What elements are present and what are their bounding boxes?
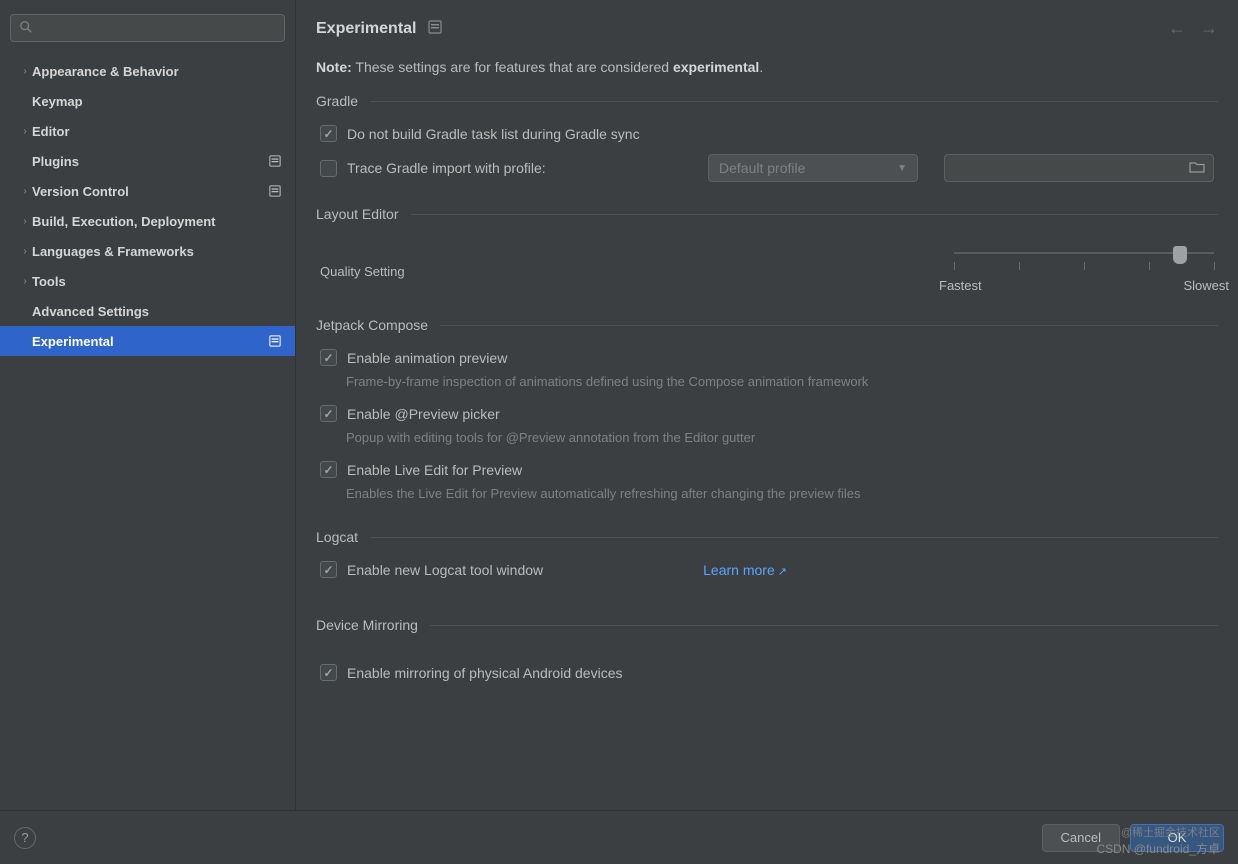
- content-header: Experimental ← →: [296, 0, 1238, 51]
- sidebar-item-languages-frameworks[interactable]: ›Languages & Frameworks: [0, 236, 295, 266]
- project-scope-icon: [269, 155, 281, 167]
- checkbox-live-edit[interactable]: [320, 461, 337, 478]
- section-jetpack-compose: Jetpack Compose: [316, 317, 1218, 333]
- help-button[interactable]: ?: [14, 827, 36, 849]
- sidebar-item-label: Plugins: [32, 154, 79, 169]
- sidebar-item-label: Advanced Settings: [32, 304, 149, 319]
- nav-forward-icon[interactable]: →: [1200, 18, 1218, 39]
- sidebar-item-experimental[interactable]: Experimental: [0, 326, 295, 356]
- chevron-right-icon: ›: [18, 126, 32, 137]
- sidebar: ›Appearance & BehaviorKeymap›EditorPlugi…: [0, 0, 296, 810]
- sidebar-item-label: Version Control: [32, 184, 129, 199]
- desc-live-edit: Enables the Live Edit for Preview automa…: [316, 484, 1218, 511]
- settings-tree: ›Appearance & BehaviorKeymap›EditorPlugi…: [0, 52, 295, 810]
- checkbox-gradle-task-list[interactable]: [320, 125, 337, 142]
- desc-preview-picker: Popup with editing tools for @Preview an…: [316, 428, 1218, 455]
- chevron-right-icon: ›: [18, 276, 32, 287]
- slider-thumb[interactable]: [1173, 246, 1187, 264]
- external-link-icon: ↗: [778, 566, 787, 578]
- sidebar-item-label: Experimental: [32, 334, 114, 349]
- checkbox-preview-picker[interactable]: [320, 405, 337, 422]
- sidebar-item-editor[interactable]: ›Editor: [0, 116, 295, 146]
- sidebar-item-advanced-settings[interactable]: Advanced Settings: [0, 296, 295, 326]
- checkbox-trace-import[interactable]: [320, 160, 337, 177]
- sidebar-item-plugins[interactable]: Plugins: [0, 146, 295, 176]
- profile-select-label: Default profile: [719, 160, 805, 176]
- label-preview-picker: Enable @Preview picker: [347, 406, 500, 422]
- chevron-right-icon: ›: [18, 216, 32, 227]
- search-icon: [19, 20, 33, 37]
- cancel-button[interactable]: Cancel: [1042, 824, 1120, 852]
- nav-back-icon[interactable]: ←: [1168, 18, 1186, 39]
- sidebar-item-label: Build, Execution, Deployment: [32, 214, 215, 229]
- sidebar-item-label: Keymap: [32, 94, 83, 109]
- search-input[interactable]: [39, 21, 276, 36]
- sidebar-item-version-control[interactable]: ›Version Control: [0, 176, 295, 206]
- folder-icon[interactable]: [1189, 160, 1205, 177]
- sidebar-item-tools[interactable]: ›Tools: [0, 266, 295, 296]
- ok-button[interactable]: OK: [1130, 824, 1224, 852]
- learn-more-link[interactable]: Learn more↗: [703, 562, 787, 578]
- section-device-mirroring: Device Mirroring: [316, 617, 1218, 633]
- chevron-right-icon: ›: [18, 246, 32, 257]
- sidebar-item-build-execution-deployment[interactable]: ›Build, Execution, Deployment: [0, 206, 295, 236]
- footer: ? Cancel OK @稀土掘金技术社区 CSDN @fundroid_方卓: [0, 810, 1238, 864]
- search-box[interactable]: [10, 14, 285, 42]
- label-trace-import: Trace Gradle import with profile:: [347, 160, 546, 176]
- chevron-right-icon: ›: [18, 66, 32, 77]
- label-quality: Quality Setting: [320, 264, 405, 279]
- content-panel: Experimental ← → Note: These settings ar…: [296, 0, 1238, 810]
- label-device-mirroring: Enable mirroring of physical Android dev…: [347, 665, 622, 681]
- label-animation-preview: Enable animation preview: [347, 350, 507, 366]
- desc-animation-preview: Frame-by-frame inspection of animations …: [316, 372, 1218, 399]
- sidebar-item-label: Languages & Frameworks: [32, 244, 194, 259]
- note-text: Note: These settings are for features th…: [316, 59, 1218, 75]
- profile-path-input[interactable]: [944, 154, 1214, 182]
- label-live-edit: Enable Live Edit for Preview: [347, 462, 522, 478]
- chevron-down-icon: ▼: [897, 163, 907, 174]
- sidebar-item-label: Editor: [32, 124, 70, 139]
- quality-slider[interactable]: Fastest Slowest: [954, 250, 1214, 293]
- section-layout-editor: Layout Editor: [316, 206, 1218, 222]
- checkbox-animation-preview[interactable]: [320, 349, 337, 366]
- slider-max-label: Slowest: [1183, 278, 1229, 293]
- sidebar-item-label: Appearance & Behavior: [32, 64, 179, 79]
- section-gradle: Gradle: [316, 93, 1218, 109]
- project-scope-icon: [269, 335, 281, 347]
- sidebar-item-keymap[interactable]: Keymap: [0, 86, 295, 116]
- label-new-logcat: Enable new Logcat tool window: [347, 562, 543, 578]
- sidebar-item-label: Tools: [32, 274, 66, 289]
- profile-select[interactable]: Default profile ▼: [708, 154, 918, 182]
- section-logcat: Logcat: [316, 529, 1218, 545]
- slider-min-label: Fastest: [939, 278, 982, 293]
- sidebar-item-appearance-behavior[interactable]: ›Appearance & Behavior: [0, 56, 295, 86]
- project-scope-icon: [428, 20, 442, 37]
- project-scope-icon: [269, 185, 281, 197]
- page-title: Experimental: [316, 20, 416, 38]
- chevron-right-icon: ›: [18, 186, 32, 197]
- checkbox-device-mirroring[interactable]: [320, 664, 337, 681]
- label-gradle-task-list: Do not build Gradle task list during Gra…: [347, 126, 640, 142]
- checkbox-new-logcat[interactable]: [320, 561, 337, 578]
